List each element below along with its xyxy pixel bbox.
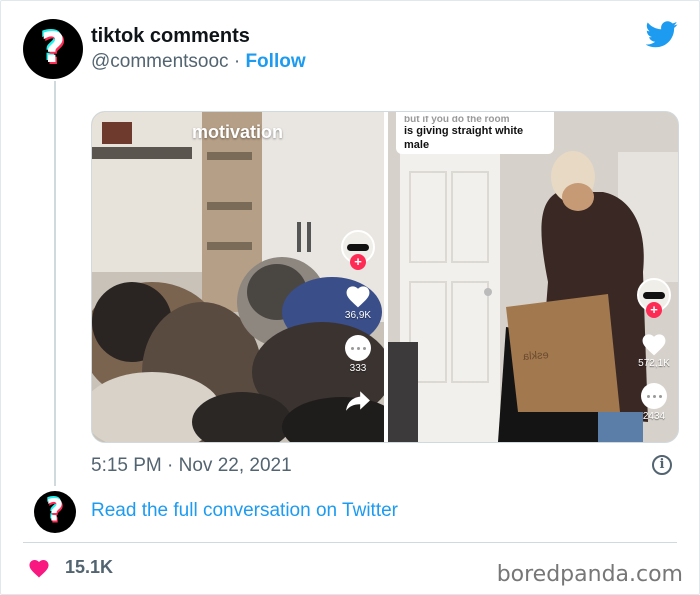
- separator-dot: ·: [233, 51, 241, 72]
- boredpanda-watermark: boredpanda.com: [496, 562, 683, 587]
- question-mark-logo-icon: ? ? ?: [45, 491, 65, 531]
- video-overlay-text: motivation: [192, 122, 284, 142]
- tiktok-creator-avatar[interactable]: +: [637, 278, 671, 318]
- author-avatar[interactable]: ? ? ?: [23, 19, 83, 79]
- follow-plus-icon[interactable]: +: [350, 254, 366, 270]
- tiktok-creator-avatar[interactable]: +: [341, 230, 375, 270]
- tiktok-heart-icon[interactable]: [640, 332, 668, 356]
- comment-bubble-icon[interactable]: [641, 383, 667, 409]
- tiktok-video-left[interactable]: motivation + 36,9K 333: [92, 112, 384, 442]
- tiktok-video-right[interactable]: but if you do the room is giving straigh…: [388, 112, 678, 442]
- author-handle-row: @commentsooc · Follow: [91, 51, 306, 73]
- read-full-conversation-link[interactable]: Read the full conversation on Twitter: [91, 500, 398, 522]
- footer-divider: [23, 542, 677, 543]
- twitter-bird-icon[interactable]: [646, 21, 678, 48]
- tiktok-action-column: + 36,9K 333: [338, 230, 378, 412]
- tiktok-comment-count: 2434: [642, 411, 666, 422]
- caption-partial-text: but if you do the room: [404, 116, 510, 124]
- follow-button[interactable]: Follow: [245, 51, 305, 72]
- tweet-card: ? ? ? tiktok comments @commentsooc · Fol…: [0, 0, 700, 595]
- caption-text: is giving straight white male: [404, 125, 524, 151]
- sunglasses-icon: [643, 291, 665, 299]
- like-count[interactable]: 15.1K: [65, 557, 113, 578]
- author-avatar-small[interactable]: ? ? ?: [34, 491, 76, 533]
- tiktok-heart-icon[interactable]: [344, 284, 372, 308]
- author-handle[interactable]: @commentsooc: [91, 51, 229, 72]
- tiktok-caption-box: but if you do the room is giving straigh…: [396, 112, 554, 154]
- tiktok-like-count: 572,1K: [638, 358, 670, 369]
- author-display-name[interactable]: tiktok comments: [91, 25, 250, 48]
- bag-brand-text: eskla: [522, 349, 550, 363]
- share-arrow-icon[interactable]: [345, 390, 371, 412]
- media-attachment[interactable]: motivation + 36,9K 333 but if you do the…: [91, 111, 679, 443]
- heart-icon[interactable]: [28, 558, 50, 578]
- question-mark-logo-icon: ? ? ?: [39, 21, 67, 75]
- follow-plus-icon[interactable]: +: [646, 302, 662, 318]
- sunglasses-icon: [347, 243, 369, 251]
- tiktok-comment-count: 333: [349, 363, 367, 374]
- tiktok-like-count: 36,9K: [344, 310, 372, 321]
- tiktok-action-column-right: + 572,1K 2434: [634, 278, 674, 422]
- info-icon[interactable]: i: [652, 455, 672, 475]
- thread-line: [54, 81, 56, 486]
- comment-bubble-icon[interactable]: [345, 335, 371, 361]
- tweet-timestamp[interactable]: 5:15 PM · Nov 22, 2021: [91, 455, 292, 477]
